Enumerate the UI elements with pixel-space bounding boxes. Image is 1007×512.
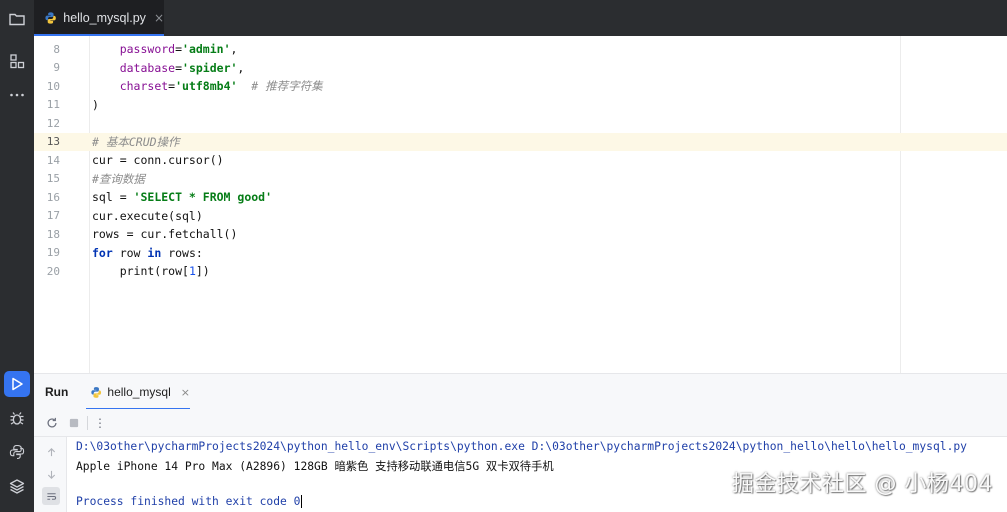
run-tool-window-header: Run hello_mysql × [34, 373, 1007, 410]
code-line[interactable]: 18 rows = cur.fetchall() [34, 225, 1007, 244]
console-line: D:\03other\pycharmProjects2024\python_he… [76, 440, 967, 453]
editor-tab-label: hello_mysql.py [63, 11, 146, 25]
code-line[interactable]: 17 cur.execute(sql) [34, 207, 1007, 226]
code-editor[interactable]: 8 password='admin', 9 database='spider', 1… [34, 36, 1007, 373]
console-line: Apple iPhone 14 Pro Max (A2896) 128GB 暗紫… [76, 460, 554, 474]
code-text: sql = 'SELECT * FROM good' [92, 190, 273, 205]
console-line: Process finished with exit code 0 [76, 494, 303, 509]
code-text: print(row[1]) [92, 264, 210, 279]
code-text: # 基本CRUD操作 [92, 134, 180, 149]
code-line[interactable]: 20 print(row[1]) [34, 262, 1007, 281]
code-line[interactable]: 19 for row in rows: [34, 244, 1007, 263]
code-line[interactable]: 15 #查询数据 [34, 170, 1007, 189]
line-number: 20 [46, 264, 60, 278]
line-number: 15 [46, 172, 60, 186]
code-text: database='spider', [119, 60, 245, 75]
line-number: 8 [53, 42, 60, 56]
code-text: cur = conn.cursor() [92, 153, 224, 168]
line-number: 10 [46, 79, 60, 93]
more-icon[interactable] [4, 82, 30, 108]
python-console-icon[interactable] [4, 439, 30, 465]
folder-icon[interactable] [4, 6, 30, 32]
line-number: 13 [46, 135, 60, 149]
debug-icon[interactable] [4, 405, 30, 431]
line-number: 11 [46, 98, 60, 112]
line-number: 19 [46, 246, 60, 260]
console-gutter [34, 437, 67, 512]
line-number: 18 [46, 227, 60, 241]
activity-bar [0, 0, 34, 512]
editor-tab-bar: hello_mysql.py × [34, 0, 1007, 36]
code-text: #查询数据 [92, 171, 145, 186]
code-line[interactable]: 16 sql = 'SELECT * FROM good' [34, 188, 1007, 207]
code-line[interactable]: 10 charset='utf8mb4' # 推荐字符集 [34, 77, 1007, 96]
toolbar-separator [87, 416, 88, 430]
code-text: password='admin', [119, 42, 238, 57]
layers-icon[interactable] [4, 473, 30, 499]
run-tab-hello-mysql[interactable]: hello_mysql × [86, 374, 190, 410]
run-icon[interactable] [4, 371, 30, 397]
structure-icon[interactable] [4, 48, 30, 74]
code-text: ) [92, 97, 99, 112]
watermark: 掘金技术社区 @ 小杨404 [732, 472, 993, 497]
code-text: charset='utf8mb4' # 推荐字符集 [119, 79, 323, 94]
code-line[interactable]: 13 # 基本CRUD操作 [34, 132, 1007, 151]
code-line[interactable]: 11) [34, 96, 1007, 115]
python-file-icon [91, 386, 102, 398]
rerun-icon[interactable] [44, 415, 60, 431]
text-caret [301, 495, 303, 509]
soft-wrap-icon[interactable] [42, 487, 60, 505]
run-panel-title: Run [45, 385, 69, 399]
code-text: for row in rows: [92, 245, 203, 260]
close-icon[interactable]: × [181, 386, 190, 399]
code-line[interactable]: 9 database='spider', [34, 59, 1007, 78]
code-line[interactable]: 8 password='admin', [34, 40, 1007, 59]
line-number: 9 [53, 61, 60, 75]
stop-icon[interactable] [66, 415, 82, 431]
close-icon[interactable]: × [154, 11, 164, 25]
line-number: 17 [46, 209, 60, 223]
code-text: cur.execute(sql) [92, 208, 203, 223]
code-line[interactable]: 14 cur = conn.cursor() [34, 151, 1007, 170]
run-toolbar: ⋮ [34, 409, 1007, 437]
scroll-up-icon[interactable] [42, 443, 60, 461]
run-tab-label: hello_mysql [107, 385, 171, 399]
more-options-icon[interactable]: ⋮ [92, 415, 108, 431]
line-number: 14 [46, 153, 60, 167]
code-text: rows = cur.fetchall() [92, 227, 238, 242]
code-line[interactable]: 12 [34, 114, 1007, 133]
scroll-down-icon[interactable] [42, 465, 60, 483]
python-file-icon [45, 12, 56, 24]
line-number: 16 [46, 190, 60, 204]
editor-tab-hello-mysql[interactable]: hello_mysql.py × [34, 0, 164, 36]
line-number: 12 [46, 116, 60, 130]
